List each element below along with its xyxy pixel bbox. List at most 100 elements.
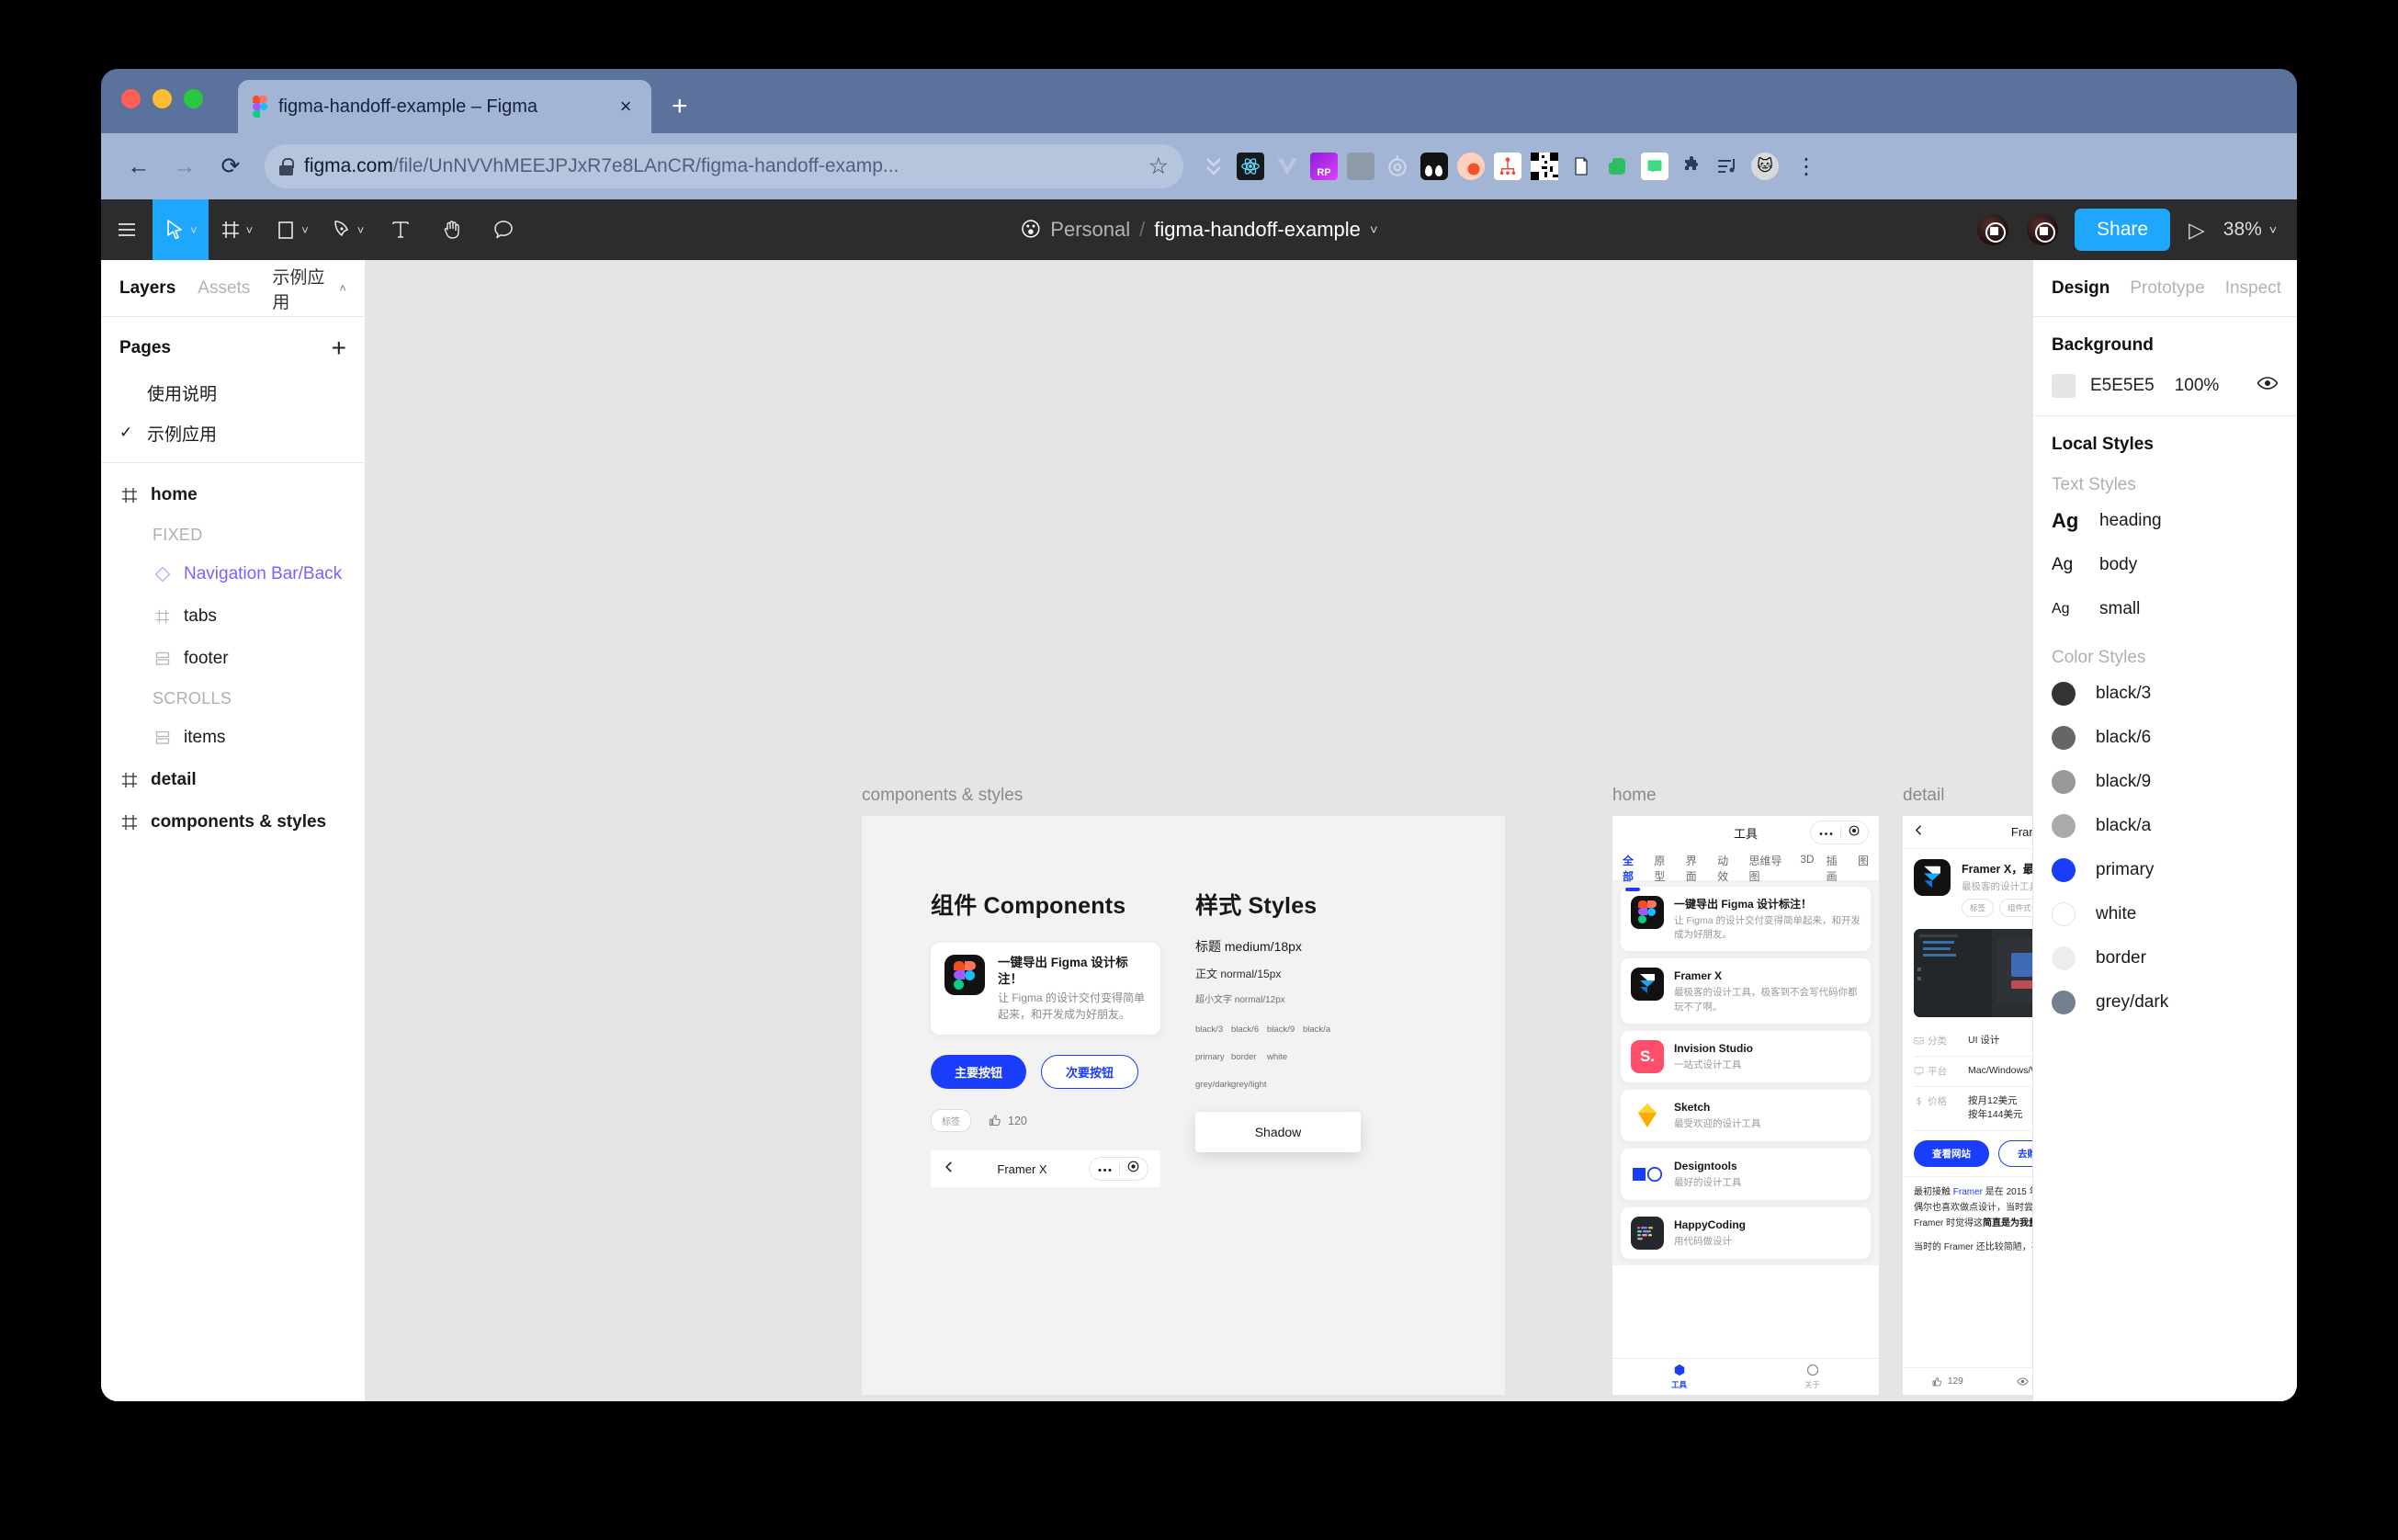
current-page-chip[interactable]: 示例应用 ˄ bbox=[272, 264, 346, 313]
text-style-heading[interactable]: Ag heading bbox=[2033, 499, 2297, 543]
extension-icon-sitemap[interactable] bbox=[1494, 153, 1521, 180]
tabbar-item-tools[interactable]: 工具 bbox=[1612, 1359, 1746, 1395]
forward-button[interactable]: → bbox=[164, 145, 206, 187]
layer-row-home[interactable]: home bbox=[101, 474, 365, 516]
back-icon[interactable] bbox=[943, 1161, 956, 1178]
visibility-eye-icon[interactable] bbox=[2257, 372, 2279, 399]
list-item[interactable]: Designtools 最好的设计工具 bbox=[1621, 1148, 1871, 1200]
extension-icon-evernote[interactable] bbox=[1604, 153, 1632, 180]
list-item[interactable]: Framer X 最极客的设计工具，极客到不会写代码你都玩不了啊。 bbox=[1621, 958, 1871, 1024]
target-icon[interactable] bbox=[1127, 1161, 1139, 1177]
color-style-primary[interactable]: primary bbox=[2033, 848, 2297, 892]
page-item-example-app[interactable]: ✓ 示例应用 bbox=[101, 413, 365, 453]
category-tab-prototype[interactable]: 原型 bbox=[1654, 853, 1673, 884]
new-tab-button[interactable]: + bbox=[672, 93, 688, 120]
browser-tab[interactable]: figma-handoff-example – Figma × bbox=[238, 80, 651, 133]
frame-tool-caret-icon[interactable]: ˅ bbox=[246, 223, 254, 237]
reload-button[interactable]: ⟳ bbox=[209, 145, 252, 187]
present-button[interactable]: ▷ bbox=[2185, 218, 2209, 243]
navigation-bar-component[interactable]: Framer X bbox=[931, 1150, 1160, 1188]
list-item[interactable]: HappyCoding 用代码做设计 bbox=[1621, 1206, 1871, 1259]
comment-tool-button[interactable] bbox=[478, 199, 529, 260]
extension-icon-avatar[interactable]: 🐱 bbox=[1751, 153, 1779, 180]
tab-prototype[interactable]: Prototype bbox=[2130, 278, 2204, 299]
maximize-window-button[interactable] bbox=[184, 88, 203, 108]
extension-icon-5[interactable] bbox=[1347, 153, 1374, 180]
minimize-window-button[interactable] bbox=[153, 88, 172, 108]
pen-tool-button[interactable]: ˅ bbox=[320, 199, 376, 260]
extension-icon-puzzle[interactable] bbox=[1678, 153, 1705, 180]
category-tab-motion[interactable]: 动效 bbox=[1717, 853, 1736, 884]
back-button[interactable]: ← bbox=[118, 145, 160, 187]
background-opacity-value[interactable]: 100% bbox=[2175, 376, 2220, 396]
background-color-swatch[interactable] bbox=[2052, 373, 2076, 398]
frame-label-home[interactable]: home bbox=[1612, 786, 1657, 806]
footer-like[interactable]: 129 bbox=[1903, 1376, 1992, 1387]
bookmark-star-icon[interactable]: ☆ bbox=[1148, 153, 1169, 180]
home-navbar-actions[interactable] bbox=[1810, 821, 1869, 844]
team-name[interactable]: Personal bbox=[1050, 218, 1130, 242]
layer-row-items[interactable]: items bbox=[101, 717, 365, 759]
text-tool-button[interactable] bbox=[375, 199, 426, 260]
frame-detail[interactable]: Framer X Framer X，最极客的设计工具 bbox=[1903, 816, 2032, 1395]
shape-tool-caret-icon[interactable]: ˅ bbox=[301, 223, 309, 237]
browser-menu-icon[interactable]: ⋮ bbox=[1788, 153, 1825, 180]
tab-assets[interactable]: Assets bbox=[198, 278, 250, 299]
more-icon[interactable] bbox=[1098, 1161, 1112, 1177]
extension-icon-book[interactable] bbox=[1567, 153, 1595, 180]
category-tab-ui[interactable]: 界面 bbox=[1686, 853, 1705, 884]
figma-canvas[interactable]: components & styles home detail 组件 Compo… bbox=[366, 260, 2032, 1401]
list-item[interactable]: S. Invision Studio 一站式设计工具 bbox=[1621, 1030, 1871, 1082]
extension-icon-rp[interactable]: RP bbox=[1310, 153, 1338, 180]
back-icon[interactable] bbox=[1913, 824, 1925, 841]
layer-row-navigation-bar-back[interactable]: Navigation Bar/Back bbox=[101, 553, 365, 595]
primary-button[interactable]: 主要按钮 bbox=[931, 1055, 1027, 1090]
background-hex-value[interactable]: E5E5E5 bbox=[2090, 376, 2155, 396]
layer-row-detail[interactable]: detail bbox=[101, 759, 365, 801]
category-tab-3d[interactable]: 3D bbox=[1800, 853, 1814, 866]
close-tab-icon[interactable]: × bbox=[615, 96, 637, 117]
file-menu-caret-icon[interactable]: ˅ bbox=[1370, 222, 1378, 238]
list-item[interactable]: Sketch 最受欢迎的设计工具 bbox=[1621, 1089, 1871, 1141]
buy-button[interactable]: 去购买之 bbox=[1998, 1140, 2032, 1167]
category-tab-more[interactable]: 图 bbox=[1858, 853, 1869, 868]
navbar-actions[interactable] bbox=[1088, 1157, 1148, 1182]
collaborator-avatar-2[interactable] bbox=[2025, 212, 2061, 247]
extension-icon-vue[interactable] bbox=[1273, 153, 1301, 180]
layer-row-tabs[interactable]: tabs bbox=[101, 595, 365, 638]
tab-inspect[interactable]: Inspect bbox=[2225, 278, 2281, 299]
category-tab-mindmap[interactable]: 思维导图 bbox=[1749, 853, 1789, 884]
layer-row-footer[interactable]: footer bbox=[101, 638, 365, 680]
hand-tool-button[interactable] bbox=[426, 199, 478, 260]
text-style-body[interactable]: Ag body bbox=[2033, 543, 2297, 587]
url-input[interactable]: figma.com/file/UnNVVhMEEJPJxR7e8LAnCR/fi… bbox=[265, 144, 1183, 188]
color-style-black-a[interactable]: black/a bbox=[2033, 804, 2297, 848]
frame-tool-button[interactable]: ˅ bbox=[209, 199, 265, 260]
color-style-grey-dark[interactable]: grey/dark bbox=[2033, 980, 2297, 1025]
add-page-button[interactable]: + bbox=[332, 335, 346, 361]
color-style-black-9[interactable]: black/9 bbox=[2033, 760, 2297, 804]
extension-icon-dark[interactable] bbox=[1420, 153, 1448, 180]
frame-home[interactable]: 工具 全部 原型 界面 动效 思维导图 3D 插画 图 一键导出 Figma 设… bbox=[1612, 816, 1879, 1395]
category-tab-all[interactable]: 全部 bbox=[1623, 853, 1642, 891]
frame-components-styles[interactable]: 组件 Components 一键导出 Figma 设计标注！ 让 Figma 的… bbox=[862, 816, 1505, 1395]
file-name[interactable]: figma-handoff-example bbox=[1154, 218, 1361, 242]
close-window-button[interactable] bbox=[121, 88, 141, 108]
list-item[interactable]: 一键导出 Figma 设计标注！ 让 Figma 的设计交付变得简单起来，和开发成… bbox=[1621, 887, 1871, 952]
target-icon[interactable] bbox=[1849, 824, 1860, 841]
shape-tool-button[interactable]: ˅ bbox=[264, 199, 320, 260]
share-button[interactable]: Share bbox=[2075, 209, 2171, 251]
collaborator-avatar-1[interactable] bbox=[1975, 212, 2011, 247]
promo-card[interactable]: 一键导出 Figma 设计标注！ 让 Figma 的设计交付变得简单起来，和开发… bbox=[931, 943, 1160, 1036]
main-menu-button[interactable] bbox=[101, 199, 153, 260]
text-style-small[interactable]: Ag small bbox=[2033, 587, 2297, 631]
extension-icon-green-note[interactable] bbox=[1641, 153, 1668, 180]
zoom-control[interactable]: 38% ˅ bbox=[2223, 219, 2277, 241]
more-icon[interactable] bbox=[1819, 824, 1833, 841]
secondary-button[interactable]: 次要按钮 bbox=[1041, 1055, 1139, 1090]
extension-icon-qrcode[interactable] bbox=[1531, 153, 1558, 180]
tab-design[interactable]: Design bbox=[2052, 278, 2110, 299]
extension-icon-1[interactable] bbox=[1200, 153, 1227, 180]
layer-row-components-styles[interactable]: components & styles bbox=[101, 801, 365, 844]
extension-icon-music-list[interactable] bbox=[1714, 153, 1742, 180]
